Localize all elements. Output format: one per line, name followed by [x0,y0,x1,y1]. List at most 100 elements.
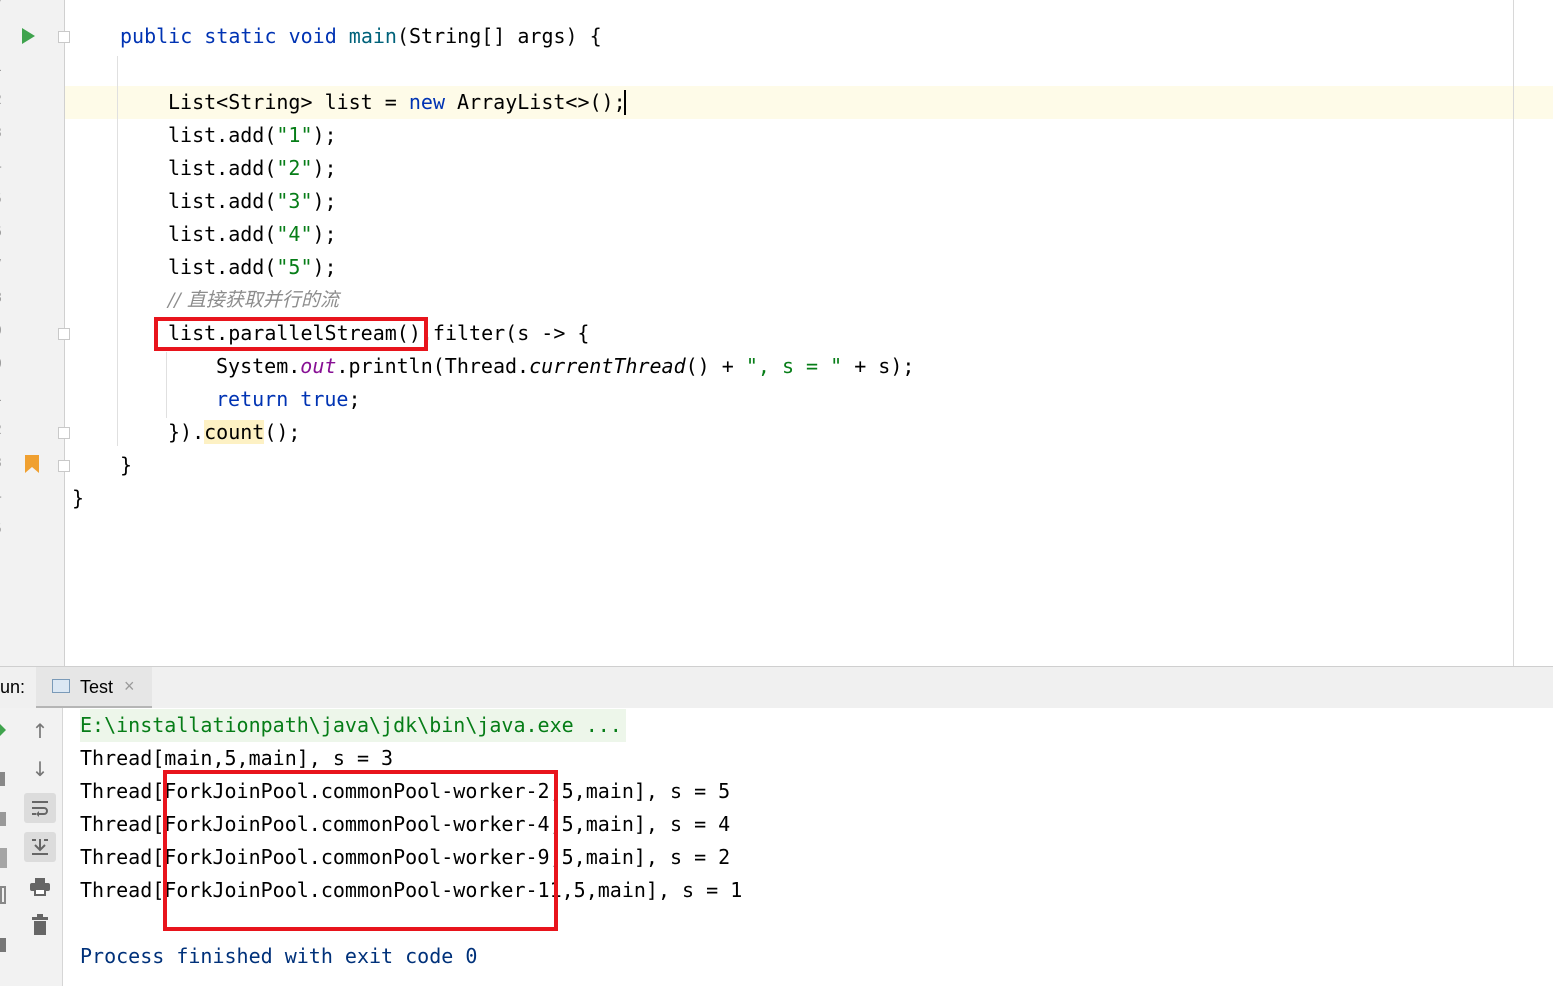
line-number: 9 [0,0,6,7]
code-punct: ); [312,123,337,147]
restore-layout-icon[interactable] [0,812,6,826]
line-number: 5 [0,192,6,207]
code-call: .println(Thread. [336,354,530,378]
code-call: list.add( [168,189,277,213]
code-call: System. [216,354,301,378]
line-number: 1 [0,60,6,75]
code-punct: < [216,90,229,114]
code-punct: + s); [842,354,915,378]
scroll-to-end-icon[interactable] [24,832,56,862]
code-call: list.add( [168,222,277,246]
tab-label: Test [80,677,114,697]
line-number: 4 [0,159,6,174]
code-field: out [300,354,337,378]
annotation-box-parallel-stream [154,317,428,351]
code-line-list-decl[interactable]: List<String> list = new ArrayList<>(); [168,86,626,119]
more-icon[interactable] [0,938,6,952]
console-exit-line[interactable]: Process finished with exit code 0 [80,940,477,973]
code-type: ArrayList [457,90,566,114]
right-margin-line [1513,0,1514,666]
line-number: 0 [0,357,6,372]
code-keyword: true [300,387,349,411]
code-keyword: return [216,387,301,411]
code-method: currentThread [529,354,686,378]
code-call: list.add( [168,255,277,279]
code-punct: <>(); [565,90,626,114]
code-method: count [204,420,265,444]
code-keyword: public static void [120,24,349,48]
trash-icon[interactable] [24,910,56,940]
code-punct: ); [312,255,337,279]
code-string: "5" [276,255,313,279]
stop-icon[interactable] [0,772,5,786]
editor-gutter[interactable]: 9 1 2 3 4 5 6 7 8 9 0 1 2 3 4 5 [0,0,70,666]
code-string: "1" [276,123,313,147]
fold-toggle-icon[interactable] [58,460,70,472]
code-comment[interactable]: // 直接获取并行的流 [168,284,339,317]
code-brace[interactable]: } [120,449,132,482]
fold-toggle-icon[interactable] [58,31,70,43]
code-punct: ( [396,24,409,48]
code-type: String [409,24,482,48]
line-number: 8 [0,291,6,306]
console-icon [52,679,70,693]
code-punct: }). [168,420,205,444]
line-number: 7 [0,258,6,273]
code-string: "4" [276,222,313,246]
code-line-println[interactable]: System.out.println(Thread.currentThread(… [216,350,914,383]
code-line-add[interactable]: list.add("5"); [168,251,337,284]
code-string: "3" [276,189,313,213]
print-icon[interactable] [24,872,56,902]
code-line-main[interactable]: public static void main(String[] args) { [120,20,602,53]
pin-icon[interactable] [0,848,7,868]
fold-toggle-icon[interactable] [58,427,70,439]
run-main-icon[interactable] [20,27,36,45]
line-number: 5 [0,522,6,537]
code-type: String [228,90,301,114]
indent-guide [117,56,118,446]
code-punct: (); [264,420,301,444]
code-punct: > [300,90,325,114]
code-line-add[interactable]: list.add("4"); [168,218,337,251]
code-punct: ); [312,222,337,246]
down-arrow-icon[interactable]: ↓ [24,754,56,784]
line-number: 2 [0,93,6,108]
line-number: 6 [0,225,6,240]
rerun-icon[interactable] [0,724,6,736]
annotation-box-worker-threads [163,770,558,931]
code-keyword: new [408,90,458,114]
code-punct: ; [348,387,361,411]
fold-toggle-icon[interactable] [58,328,70,340]
code-method: main [348,24,397,48]
code-punct: ); [312,189,337,213]
indent-guide [166,352,167,418]
soft-wrap-icon[interactable] [24,793,56,823]
up-arrow-icon[interactable]: ↑ [24,716,56,746]
code-type: List [168,90,217,114]
run-console[interactable]: ↑ ↓ E:\installationpath\java\jdk\bin\jav… [0,708,1553,986]
code-punct: ) { [565,24,602,48]
bookmark-icon[interactable] [25,455,39,473]
close-icon[interactable]: × [124,676,135,697]
code-punct: () + [685,354,746,378]
code-brace[interactable]: } [72,482,84,515]
layout-icon[interactable] [0,886,6,904]
code-line-add[interactable]: list.add("3"); [168,185,337,218]
code-line-add[interactable]: list.add("1"); [168,119,337,152]
line-number: 4 [0,489,6,504]
code-punct: [] [481,24,518,48]
run-tool-window-header: un: Test × [0,666,1553,710]
code-line-add[interactable]: list.add("2"); [168,152,337,185]
tab-test[interactable]: Test × [36,667,152,709]
code-param: args [517,24,566,48]
code-string: "2" [276,156,313,180]
text-caret [624,90,626,115]
code-call: .filter(s -> { [420,321,590,345]
line-number: 3 [0,456,6,471]
code-line-count[interactable]: }).count(); [168,416,300,449]
run-label: un: [0,677,26,697]
code-line-return[interactable]: return true; [216,383,361,416]
console-toolbar: ↑ ↓ [0,708,63,986]
console-command-line[interactable]: E:\installationpath\java\jdk\bin\java.ex… [80,709,626,742]
code-editor[interactable]: 9 1 2 3 4 5 6 7 8 9 0 1 2 3 4 5 public s… [0,0,1553,666]
